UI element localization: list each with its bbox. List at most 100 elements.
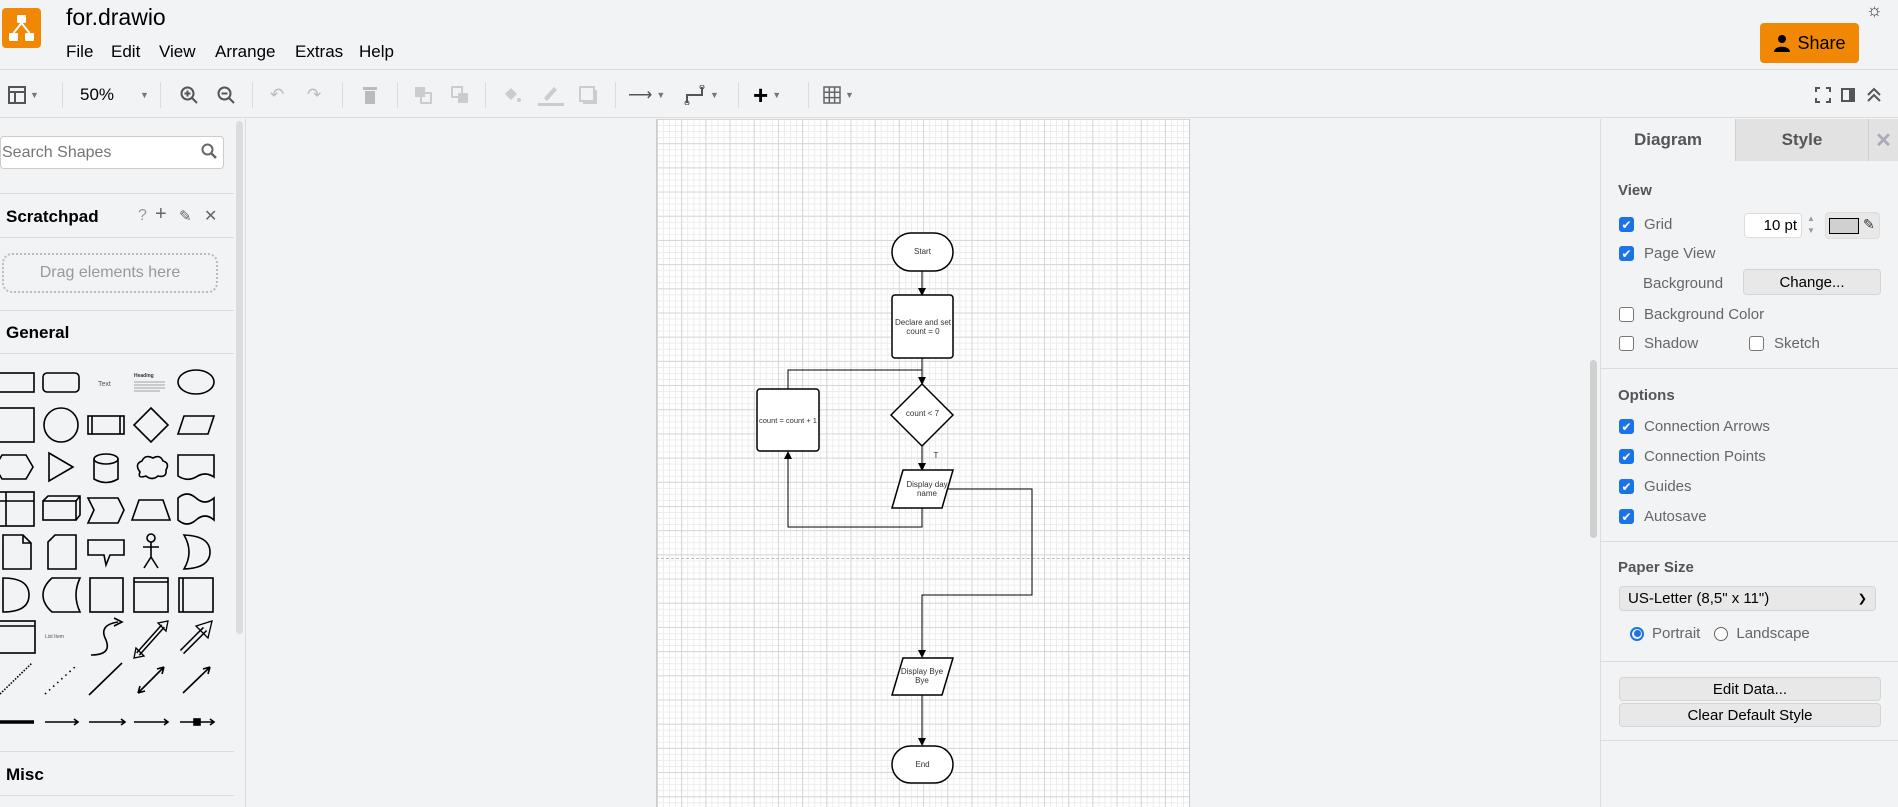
- tab-diagram[interactable]: Diagram: [1601, 119, 1735, 161]
- shape-list[interactable]: [0, 620, 36, 654]
- search-shapes-input[interactable]: [0, 136, 224, 169]
- shape-note[interactable]: [2, 534, 32, 570]
- shape-arrow[interactable]: [179, 620, 213, 655]
- shape-stored-data[interactable]: [42, 577, 82, 613]
- portrait-radio[interactable]: [1630, 626, 1644, 641]
- to-back-button[interactable]: [450, 84, 470, 106]
- shape-actor[interactable]: [143, 533, 159, 569]
- menu-view[interactable]: View: [159, 42, 196, 62]
- zoom-in-button[interactable]: [180, 84, 198, 106]
- shape-trapezoid[interactable]: [130, 499, 172, 521]
- redo-button[interactable]: ↷: [307, 84, 321, 106]
- zoom-out-button[interactable]: [217, 84, 235, 106]
- share-button[interactable]: Share: [1760, 23, 1859, 63]
- shape-directional-connector[interactable]: [182, 666, 211, 694]
- scratchpad-drop-zone[interactable]: Drag elements here: [2, 253, 218, 293]
- undo-button[interactable]: ↶: [270, 84, 284, 106]
- waypoints-button[interactable]: ▼: [684, 84, 719, 106]
- shape-parallelogram[interactable]: [176, 415, 216, 435]
- shape-container-titled[interactable]: [133, 577, 169, 613]
- shape-connector-with-2-labels[interactable]: [89, 718, 127, 726]
- collapse-toolbar-button[interactable]: [1866, 84, 1882, 106]
- shape-textbox[interactable]: Heading: [134, 373, 165, 392]
- zoom-select[interactable]: 50% ▼: [80, 84, 149, 106]
- shape-connector-with-symbol[interactable]: [180, 718, 216, 726]
- tab-style[interactable]: Style: [1735, 119, 1868, 161]
- toggle-format-panel-button[interactable]: [1841, 84, 1855, 106]
- shape-connector-with-label[interactable]: [45, 718, 80, 726]
- shape-cylinder[interactable]: [93, 453, 119, 484]
- connection-style-button[interactable]: ⟶ ▼: [628, 84, 665, 106]
- menu-extras[interactable]: Extras: [295, 42, 343, 62]
- guides-checkbox[interactable]: ✔: [1619, 479, 1634, 494]
- shape-card[interactable]: [47, 534, 77, 570]
- change-background-button[interactable]: Change...: [1743, 269, 1881, 295]
- shape-document[interactable]: [177, 454, 215, 481]
- shape-delay[interactable]: [2, 577, 30, 613]
- shape-text[interactable]: Text: [98, 381, 111, 388]
- shape-dashed-line[interactable]: [44, 665, 77, 695]
- shape-callout[interactable]: [87, 539, 125, 568]
- menu-arrange[interactable]: Arrange: [215, 42, 275, 62]
- scratchpad-edit-icon[interactable]: ✎: [179, 207, 192, 225]
- shape-curve-arrow[interactable]: [90, 617, 124, 656]
- scratchpad-title[interactable]: Scratchpad: [6, 207, 99, 227]
- grid-checkbox[interactable]: ✔: [1619, 217, 1634, 232]
- fullscreen-button[interactable]: [1815, 84, 1831, 106]
- file-title[interactable]: for.drawio: [66, 4, 166, 31]
- connection-points-checkbox[interactable]: ✔: [1619, 449, 1634, 464]
- shape-hexagon[interactable]: [0, 454, 34, 480]
- shape-process[interactable]: [87, 415, 125, 435]
- shape-rounded-rectangle[interactable]: [42, 372, 80, 393]
- shape-cube[interactable]: [42, 495, 81, 521]
- landscape-radio[interactable]: [1714, 626, 1729, 641]
- scratchpad-close-icon[interactable]: ✕: [204, 206, 217, 226]
- shape-ellipse[interactable]: [177, 369, 215, 395]
- shape-or[interactable]: [182, 534, 211, 570]
- shape-circle[interactable]: [43, 407, 79, 443]
- misc-section-title[interactable]: Misc: [6, 765, 44, 785]
- grid-size-input[interactable]: 10 pt: [1744, 213, 1802, 238]
- shadow-checkbox[interactable]: [1619, 336, 1634, 351]
- autosave-checkbox[interactable]: ✔: [1619, 509, 1634, 524]
- menu-file[interactable]: File: [66, 42, 93, 62]
- shape-cloud[interactable]: [136, 455, 169, 480]
- page-view-checkbox[interactable]: ✔: [1619, 246, 1634, 261]
- theme-sun-icon[interactable]: ☼: [1866, 0, 1883, 21]
- edge-display-bye[interactable]: [918, 488, 1033, 658]
- grid-color-button[interactable]: ✎: [1825, 212, 1880, 239]
- shape-triangle[interactable]: [48, 451, 75, 483]
- line-color-button[interactable]: [538, 84, 564, 106]
- canvas-scrollbar[interactable]: [1590, 360, 1597, 538]
- shape-dotted-line[interactable]: [0, 662, 33, 695]
- shape-rectangle[interactable]: [0, 372, 35, 393]
- shape-internal-storage[interactable]: [0, 491, 35, 527]
- general-section-title[interactable]: General: [6, 323, 69, 343]
- table-button[interactable]: ▼: [823, 84, 854, 106]
- shape-square[interactable]: [0, 407, 35, 443]
- shape-bidirectional-arrow[interactable]: [133, 620, 169, 659]
- connection-arrows-checkbox[interactable]: ✔: [1619, 419, 1634, 434]
- menu-help[interactable]: Help: [359, 42, 394, 62]
- sketch-checkbox[interactable]: [1749, 336, 1764, 351]
- shape-list-item[interactable]: List Item: [45, 634, 64, 640]
- search-icon[interactable]: [201, 143, 217, 164]
- shape-swimlane-vertical[interactable]: [178, 577, 214, 613]
- shape-step[interactable]: [86, 497, 125, 524]
- to-front-button[interactable]: [413, 84, 433, 106]
- shape-diamond[interactable]: [132, 406, 170, 444]
- edit-data-button[interactable]: Edit Data...: [1619, 677, 1881, 701]
- clear-default-style-button[interactable]: Clear Default Style: [1619, 703, 1881, 727]
- close-panel-icon[interactable]: ✕: [1868, 119, 1898, 161]
- scratchpad-add-icon[interactable]: +: [155, 203, 167, 226]
- background-color-checkbox[interactable]: [1619, 307, 1634, 322]
- insert-button[interactable]: + ▼: [753, 80, 781, 110]
- format-panel-toggle-button[interactable]: ▼: [8, 84, 39, 106]
- edge-increment-cond[interactable]: [787, 369, 922, 389]
- shape-connector-with-3-labels[interactable]: [134, 718, 170, 726]
- drawio-logo[interactable]: [2, 8, 41, 48]
- fill-color-button[interactable]: [502, 84, 522, 106]
- sidebar-scrollbar[interactable]: [236, 121, 243, 634]
- shape-tape[interactable]: [177, 493, 215, 525]
- shape-bidirectional-connector[interactable]: [137, 666, 165, 694]
